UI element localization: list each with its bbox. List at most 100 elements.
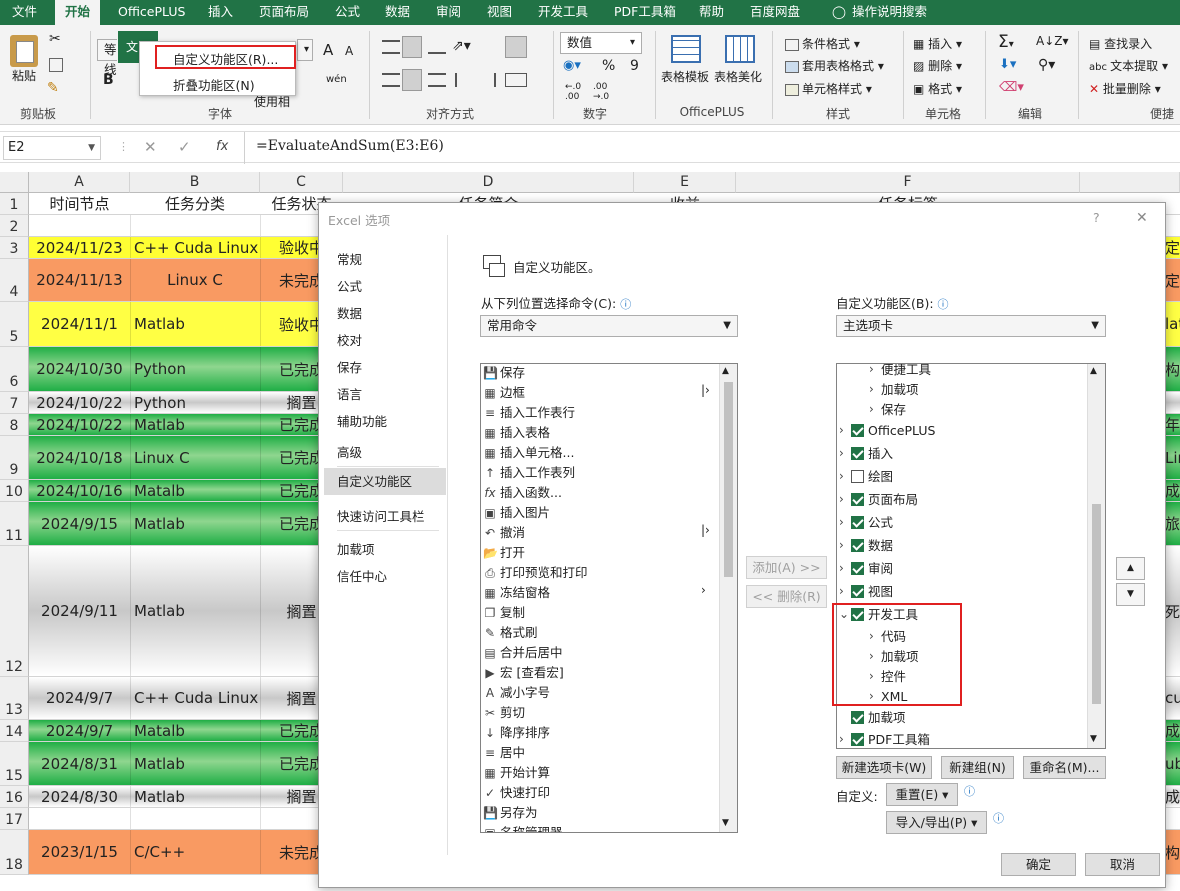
tab-officeplus[interactable]: OfficePLUS [108, 0, 195, 25]
nav-item[interactable]: 公式 [337, 276, 362, 295]
column-header-d[interactable]: D [343, 172, 634, 193]
table-cell[interactable]: 2024/10/16 [29, 480, 130, 501]
table-cell[interactable] [29, 215, 130, 236]
table-cell[interactable]: 2024/10/30 [29, 347, 130, 391]
command-item[interactable]: ✂ 剪切 [483, 703, 525, 723]
nav-item[interactable]: 语言 [337, 384, 362, 403]
table-cell[interactable]: 成 [1165, 786, 1180, 807]
close-button[interactable]: ✕ [1136, 210, 1148, 226]
align-bottom-icon[interactable] [428, 40, 446, 54]
nav-item[interactable]: 校对 [337, 330, 362, 349]
fill-icon[interactable]: ⬇▾ [999, 57, 1016, 72]
table-cell[interactable]: 2024/9/7 [29, 677, 130, 719]
format-painter-icon[interactable]: ✎ [47, 80, 59, 96]
expand-arrow-icon[interactable]: › [839, 419, 851, 442]
tab-file[interactable]: 文件 [2, 0, 47, 25]
row-header[interactable]: 7 [0, 392, 29, 414]
add-button[interactable]: 添加(A) >> [746, 556, 827, 579]
header-cell[interactable]: 时间节点 [29, 193, 130, 214]
table-cell[interactable]: Matlab [130, 414, 260, 435]
command-item[interactable]: ↑ 插入工作表列 [483, 463, 575, 483]
expand-arrow-icon[interactable]: › [839, 465, 851, 488]
command-item[interactable]: ≡ 居中 [483, 743, 525, 763]
table-cell[interactable]: C++ Cuda Linux [130, 237, 260, 258]
font-name-combo[interactable]: 等线 [97, 39, 117, 77]
expand-arrow-icon[interactable]: › [839, 442, 851, 465]
table-cell[interactable]: Lir [1165, 436, 1180, 479]
cancel-button[interactable]: 取消 [1085, 853, 1160, 876]
table-cell[interactable]: Linux C [130, 259, 260, 301]
tab-checkbox[interactable] [851, 539, 864, 552]
table-cell[interactable]: 成 [1165, 720, 1180, 741]
scroll-down-icon[interactable]: ▼ [722, 818, 729, 828]
expand-arrow-icon[interactable]: › [839, 728, 851, 748]
nav-item[interactable]: 信任中心 [337, 566, 387, 585]
tab-checkbox[interactable] [851, 493, 864, 506]
remove-button[interactable]: << 删除(R) [746, 585, 827, 608]
align-right-icon[interactable] [428, 73, 446, 87]
table-cell[interactable]: Linux C [130, 436, 260, 479]
command-item[interactable]: ▤ 合并后居中 [483, 643, 562, 663]
table-template-icon[interactable] [671, 35, 701, 63]
table-cell[interactable]: Matlab [130, 502, 260, 545]
row-header[interactable]: 2 [0, 215, 29, 237]
move-down-button[interactable]: ▼ [1116, 583, 1145, 606]
clear-icon[interactable]: ⌫▾ [999, 80, 1024, 95]
move-up-button[interactable]: ▲ [1116, 557, 1145, 580]
command-item[interactable]: A 减小字号 [483, 683, 550, 703]
row-header[interactable]: 18 [0, 830, 29, 875]
align-middle-icon[interactable] [402, 36, 422, 58]
tab-tell-me[interactable]: ◯ 操作说明搜索 [822, 0, 937, 25]
commands-scrollbar[interactable]: ▲ ▼ [719, 364, 737, 832]
command-item[interactable]: ↓ 降序排序 [483, 723, 550, 743]
find-insert-button[interactable]: ▤ 查找录入 [1089, 35, 1152, 52]
table-cell[interactable]: 旅 [1165, 502, 1180, 545]
sort-filter-icon[interactable]: A↓Z▾ [1036, 34, 1069, 48]
cancel-entry-icon[interactable]: ✕ [144, 138, 157, 156]
table-cell[interactable]: Matlab [130, 742, 260, 785]
help-button[interactable]: ? [1093, 210, 1100, 225]
table-cell[interactable]: 死 [1165, 546, 1180, 676]
nav-item[interactable]: 常规 [337, 249, 362, 268]
tab-insert[interactable]: 插入 [198, 0, 243, 25]
table-cell[interactable]: 定 [1165, 259, 1180, 301]
new-group-button[interactable]: 新建组(N) [941, 756, 1014, 779]
row-header[interactable]: 12 [0, 546, 29, 677]
table-beautify-icon[interactable] [725, 35, 755, 63]
confirm-entry-icon[interactable]: ✓ [178, 138, 191, 156]
row-header[interactable]: 15 [0, 742, 29, 786]
align-top-icon[interactable] [382, 40, 400, 54]
table-cell[interactable]: 2024/10/22 [29, 392, 130, 413]
tab-page-layout[interactable]: 页面布局 [249, 0, 319, 25]
table-cell[interactable]: 2024/9/7 [29, 720, 130, 741]
row-header[interactable]: 14 [0, 720, 29, 742]
table-cell[interactable] [130, 808, 260, 829]
command-item[interactable]: ▦ 插入单元格... [483, 443, 574, 463]
nav-item[interactable]: 数据 [337, 303, 362, 322]
row-header[interactable]: 3 [0, 237, 29, 259]
command-item[interactable]: ▦ 开始计算 [483, 763, 550, 783]
table-cell[interactable]: Matlab [130, 302, 260, 346]
decrease-indent-icon[interactable] [455, 73, 471, 87]
phonetic-icon[interactable]: wén [326, 74, 347, 85]
import-export-button[interactable]: 导入/导出(P) ▾ [886, 811, 987, 834]
column-header-f[interactable]: F [736, 172, 1080, 193]
autosum-icon[interactable]: Σ▾ [998, 32, 1014, 52]
currency-icon[interactable]: ◉▾ [563, 58, 581, 73]
table-cell[interactable]: 2024/11/1 [29, 302, 130, 346]
tab-checkbox[interactable] [851, 733, 864, 746]
increase-indent-icon[interactable] [480, 73, 496, 87]
name-box[interactable]: E2 ▼ [3, 136, 101, 160]
command-item[interactable]: 💾 另存为 [483, 803, 538, 823]
row-header[interactable]: 8 [0, 414, 29, 436]
row-header[interactable]: 16 [0, 786, 29, 808]
table-cell[interactable]: Matlab [130, 786, 260, 807]
tab-home[interactable]: 开始 [55, 0, 101, 25]
commands-list[interactable]: 💾 保存 ▦ 边框 |› ≡ 插入工作表行 ▦ 插入表格 ▦ 插入单元格... ↑ 插入工作表列 fx 插入… [480, 363, 738, 833]
table-cell[interactable]: 2024/10/18 [29, 436, 130, 479]
table-cell[interactable]: 成 [1165, 480, 1180, 501]
expand-arrow-icon[interactable]: › [839, 488, 851, 511]
wrap-text-icon[interactable] [505, 36, 527, 58]
copy-icon[interactable] [49, 58, 63, 72]
row-header[interactable]: 1 [0, 193, 29, 215]
